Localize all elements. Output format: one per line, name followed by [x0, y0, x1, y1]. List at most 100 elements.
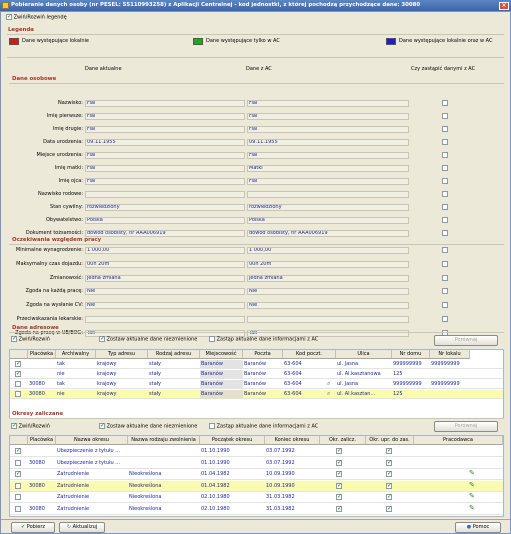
fetch-button[interactable]: ✔ Pobierz — [11, 522, 55, 533]
row-checkbox[interactable] — [15, 381, 21, 387]
column-header[interactable]: Okr. upr. do zas. — [366, 436, 414, 445]
row-checkbox[interactable] — [15, 447, 21, 455]
entitled-checkbox[interactable] — [386, 505, 392, 513]
replace-checkbox[interactable] — [442, 126, 448, 132]
row-checkbox[interactable] — [15, 470, 21, 478]
ac-value: Fiai — [247, 152, 409, 159]
counted-checkbox[interactable] — [336, 493, 342, 501]
table-row[interactable]: nie krajowy stały BaranówBaranów 63-604 ul. A… — [10, 370, 503, 379]
column-header[interactable]: Nr lokalu — [430, 350, 470, 359]
row-checkbox[interactable] — [15, 370, 21, 378]
replace-checkbox[interactable] — [442, 139, 448, 145]
table-row[interactable]: 30080 nie krajowy stały Baranów Baranów 63-604… — [10, 390, 503, 399]
edit-icon[interactable]: ✎ — [469, 492, 475, 500]
entitled-checkbox[interactable] — [386, 482, 392, 490]
periods-keep-option[interactable]: Zostaw aktualne dane niezmienione — [99, 422, 197, 431]
counted-checkbox[interactable] — [336, 505, 342, 513]
addresses-replace-option[interactable]: Zastąp aktualne dane informacjami z AC — [209, 336, 318, 344]
addresses-keep-option[interactable]: Zostaw aktualne dane niezmienione — [99, 335, 197, 344]
replace-checkbox[interactable] — [442, 100, 448, 106]
column-header[interactable]: Nazwa rodzaju zwolnienia — [128, 436, 200, 445]
addresses-replace-checkbox[interactable] — [209, 336, 215, 342]
periods-toggle-checkbox[interactable] — [11, 422, 17, 430]
select-column-header[interactable] — [10, 436, 28, 445]
replace-checkbox[interactable] — [442, 230, 448, 236]
replace-checkbox[interactable] — [442, 260, 448, 267]
periods-table[interactable]: Placówka Nazwa okresu Nazwa rodzaju zwolni… — [9, 435, 504, 517]
entitled-checkbox[interactable] — [386, 470, 392, 478]
periods-keep-checkbox[interactable] — [99, 422, 105, 430]
column-header[interactable]: Placówka — [28, 350, 56, 359]
toggle-legend-checkbox[interactable] — [6, 13, 12, 21]
replace-checkbox[interactable] — [442, 191, 448, 197]
table-row[interactable]: 30080 Zatrudnienie Nieokreślona 02.10.1980 3… — [10, 503, 503, 515]
entitled-checkbox[interactable] — [386, 493, 392, 501]
col-header-local: Dane aktualne — [85, 66, 122, 72]
table-row[interactable]: 30080 Ubezpieczenie z tytułu ... 01.10.199… — [10, 457, 503, 469]
replace-checkbox[interactable] — [442, 247, 448, 253]
addresses-compare-button[interactable]: Porównaj — [434, 335, 498, 346]
column-header[interactable]: Rodzaj adresu — [148, 350, 200, 359]
replace-checkbox[interactable] — [442, 165, 448, 171]
column-header[interactable]: Okr. zalicz. — [320, 436, 366, 445]
row-checkbox[interactable] — [15, 391, 21, 397]
column-header[interactable]: Pracodawca — [414, 436, 503, 445]
column-header[interactable]: Kod poczt. — [283, 350, 336, 359]
row-checkbox[interactable] — [15, 360, 21, 368]
addresses-toggle-checkbox[interactable] — [11, 335, 17, 343]
row-checkbox[interactable] — [15, 459, 21, 466]
replace-checkbox[interactable] — [442, 217, 448, 223]
periods-toggle[interactable]: Zwiń/Rozwiń — [11, 422, 50, 431]
entitled-checkbox[interactable] — [386, 447, 392, 455]
replace-checkbox[interactable] — [442, 274, 448, 281]
row-checkbox[interactable] — [15, 494, 21, 500]
replace-checkbox[interactable] — [442, 316, 448, 322]
table-row[interactable]: 30080 Zatrudnienie Nieokreślona 01.04.1982 1… — [10, 480, 503, 492]
replace-checkbox[interactable] — [442, 204, 448, 210]
edit-icon[interactable]: ✎ — [469, 481, 475, 489]
column-header[interactable]: Typ adresu — [96, 350, 148, 359]
addresses-keep-checkbox[interactable] — [99, 335, 105, 343]
replace-checkbox[interactable] — [442, 113, 448, 119]
counted-checkbox[interactable] — [336, 447, 342, 455]
select-column-header[interactable] — [10, 350, 28, 359]
column-header[interactable]: Nazwa okresu — [56, 436, 128, 445]
row-checkbox[interactable] — [15, 505, 21, 512]
search-icon[interactable]: ⌕ — [327, 380, 330, 388]
table-row[interactable]: tak krajowy stały BaranówBaranów 63-604 ul. J… — [10, 360, 503, 369]
table-row[interactable]: Zatrudnienie Nieokreślona 02.10.1980 31.03.… — [10, 492, 503, 503]
replace-checkbox[interactable] — [442, 152, 448, 158]
close-icon[interactable]: × — [499, 1, 509, 10]
row-checkbox[interactable] — [15, 482, 21, 489]
search-icon[interactable]: ⌕ — [327, 390, 330, 398]
replace-checkbox[interactable] — [442, 178, 448, 184]
counted-checkbox[interactable] — [336, 459, 342, 467]
entitled-checkbox[interactable] — [386, 459, 392, 467]
addresses-toggle[interactable]: Zwiń/Rozwiń — [11, 335, 50, 344]
edit-icon[interactable]: ✎ — [469, 469, 475, 477]
update-button[interactable]: ↻ Aktualizuj — [59, 522, 105, 533]
column-header[interactable]: Archiwalny — [56, 350, 96, 359]
column-header[interactable]: Placówka — [28, 436, 56, 445]
table-row[interactable]: Ubezpieczenie z tytułu ... 01.10.1990 03.0… — [10, 446, 503, 457]
help-button[interactable]: ● Pomoc — [455, 522, 501, 533]
column-header[interactable]: Poczta — [243, 350, 283, 359]
counted-checkbox[interactable] — [336, 482, 342, 490]
column-header[interactable]: Ulica — [336, 350, 392, 359]
counted-checkbox[interactable] — [336, 470, 342, 478]
column-header[interactable]: Początek okresu — [200, 436, 265, 445]
edit-icon[interactable]: ✎ — [469, 504, 475, 512]
replace-checkbox[interactable] — [442, 302, 448, 309]
periods-replace-checkbox[interactable] — [209, 423, 215, 429]
replace-checkbox[interactable] — [442, 288, 448, 295]
periods-replace-option[interactable]: Zastąp aktualne dane informacjami z AC — [209, 423, 318, 431]
table-row[interactable]: 30080 tak krajowy stały Baranów Baranów 63-604… — [10, 380, 503, 389]
column-header[interactable]: Miejscowość — [200, 350, 243, 359]
column-header[interactable]: Koniec okresu — [265, 436, 320, 445]
addresses-table[interactable]: Placówka Archiwalny Typ adresu Rodzaj adres… — [9, 349, 504, 419]
toggle-legend[interactable]: Zwiń/Rozwiń legendę — [6, 13, 67, 22]
table-row[interactable]: Zatrudnienie Nieokreślona 01.04.1982 10.09.… — [10, 469, 503, 480]
column-header[interactable]: Nr domu — [392, 350, 430, 359]
periods-compare-button[interactable]: Porównaj — [434, 421, 498, 432]
table-cell: 999999999 — [431, 361, 460, 367]
